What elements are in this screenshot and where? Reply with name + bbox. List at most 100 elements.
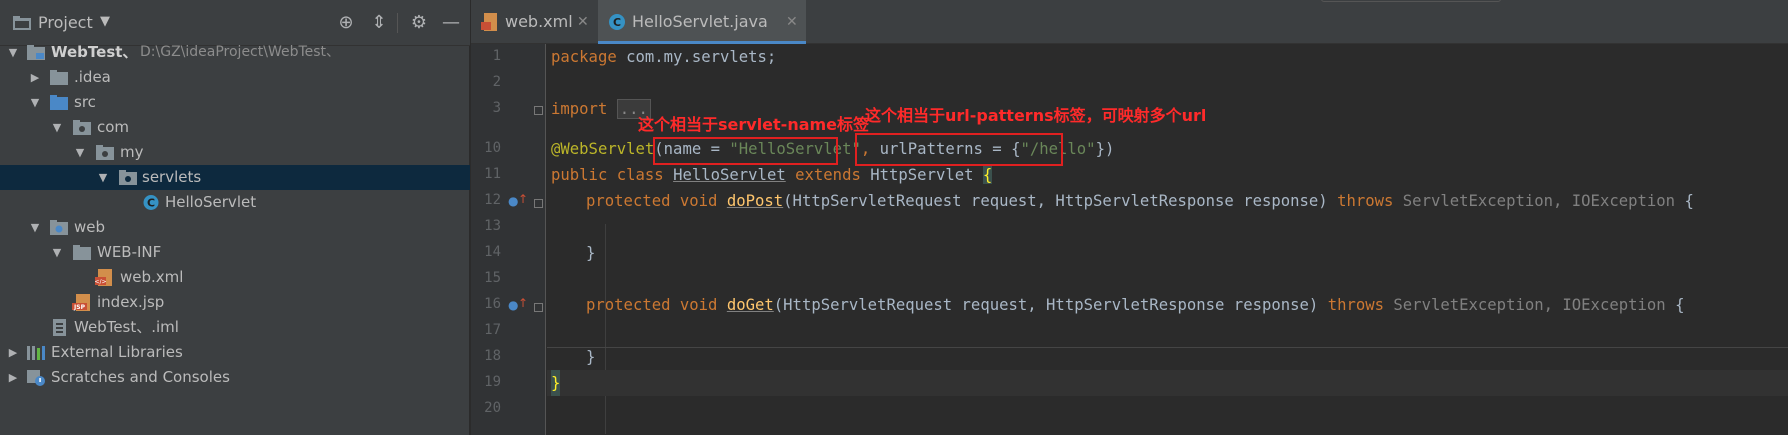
line-number: 10: [484, 140, 501, 156]
project-path-hint: D:\GZ\ideaProject\WebTest、: [140, 44, 341, 60]
line-number: 18: [484, 348, 501, 364]
libraries-icon: [27, 346, 45, 360]
servlet-name-note: 这个相当于servlet-name标签: [638, 115, 870, 134]
collapsed-arrow-icon[interactable]: ▶: [6, 340, 20, 365]
module-folder-icon: [27, 45, 45, 60]
tree-item-com[interactable]: ▼ com: [0, 115, 470, 140]
tree-item-webtest[interactable]: ▼ WebTest、 D:\GZ\ideaProject\WebTest、: [0, 40, 470, 65]
iml-file-icon: [53, 319, 66, 336]
tree-item-web-inf[interactable]: ▼ WEB-INF: [0, 240, 470, 265]
java-class-icon: C: [609, 14, 625, 30]
fold-marker-icon[interactable]: [534, 303, 543, 312]
tree-item-src[interactable]: ▼ src: [0, 90, 470, 115]
expand-arrow-icon[interactable]: ▼: [73, 140, 87, 165]
code-editor: web.xml ✕ C HelloServlet.java ✕ 1 2 3 10…: [471, 0, 1788, 435]
keyword: extends: [785, 166, 871, 184]
project-view-title[interactable]: Project: [38, 13, 93, 32]
code-line-19[interactable]: }: [547, 370, 1788, 396]
servlet-name-highlight-box: [653, 137, 838, 165]
tree-item-label: servlets: [142, 168, 202, 186]
line-number: 15: [484, 270, 501, 286]
close-tab-icon[interactable]: ✕: [577, 0, 589, 44]
tab-web-xml[interactable]: web.xml ✕: [471, 0, 596, 44]
toolbar-divider: [397, 13, 398, 33]
tree-item-web[interactable]: ▼ web: [0, 215, 470, 240]
line-number: 19: [484, 374, 501, 390]
implements-arrow-icon[interactable]: ↑: [518, 296, 528, 310]
code-line-18[interactable]: }: [547, 344, 1788, 370]
svg-text:</>: </>: [95, 279, 107, 286]
expand-arrow-icon[interactable]: ▼: [6, 40, 20, 65]
svg-text:C: C: [147, 197, 155, 210]
keyword: throws: [1327, 296, 1394, 314]
tree-item-helloservlet[interactable]: C HelloServlet: [0, 190, 470, 215]
brace: {: [982, 166, 993, 184]
tree-item-index-jsp[interactable]: JSP index.jsp: [0, 290, 470, 315]
svg-text:C: C: [613, 16, 621, 29]
tab-label: HelloServlet.java: [632, 12, 768, 31]
tree-item-label: WEB-INF: [97, 243, 162, 261]
package-icon: [73, 120, 91, 135]
tab-helloservlet-java[interactable]: C HelloServlet.java ✕: [598, 0, 806, 44]
collapsed-arrow-icon[interactable]: ▶: [6, 365, 20, 390]
fold-marker-icon[interactable]: [534, 199, 543, 208]
tree-item-iml[interactable]: WebTest、.iml: [0, 315, 470, 340]
folder-icon: [50, 70, 68, 85]
tree-item-servlets[interactable]: ▼ servlets: [0, 165, 470, 190]
project-view-dropdown-icon[interactable]: ▼: [100, 14, 110, 29]
keyword: package: [551, 48, 617, 66]
xml-file-icon: </>: [95, 269, 112, 286]
xml-file-icon: [481, 13, 497, 31]
method-name: doGet: [726, 296, 774, 314]
code-line-1[interactable]: package com.my.servlets;: [547, 44, 1788, 70]
code-line-11[interactable]: public class HelloServlet extends HttpSe…: [547, 162, 1788, 188]
override-method-icon[interactable]: ●: [508, 298, 518, 312]
brace: {: [1675, 296, 1685, 314]
tree-item-web-xml[interactable]: </> web.xml: [0, 265, 470, 290]
fold-marker-icon[interactable]: [534, 106, 543, 115]
line-number: 2: [492, 74, 501, 90]
code-line-14[interactable]: }: [547, 240, 1788, 266]
tree-item-scratches[interactable]: ▶ Scratches and Consoles: [0, 365, 470, 390]
editor-tab-bar: web.xml ✕ C HelloServlet.java ✕: [471, 0, 1788, 44]
expand-arrow-icon[interactable]: ▼: [50, 115, 64, 140]
method-params: (HttpServletRequest request, HttpServlet…: [773, 296, 1328, 314]
implements-arrow-icon[interactable]: ↑: [518, 192, 528, 206]
tree-item-external-libraries[interactable]: ▶ External Libraries: [0, 340, 470, 365]
tree-item-idea[interactable]: ▶ .idea: [0, 65, 470, 90]
brace: }: [586, 244, 596, 262]
expand-arrow-icon[interactable]: ▼: [28, 215, 42, 240]
hide-panel-icon[interactable]: —: [440, 12, 462, 34]
close-tab-icon[interactable]: ✕: [786, 0, 798, 44]
code-line-16[interactable]: protected void doGet(HttpServletRequest …: [547, 292, 1788, 318]
expand-arrow-icon[interactable]: ▼: [28, 90, 42, 115]
code-line-12[interactable]: protected void doPost(HttpServletRequest…: [547, 188, 1788, 214]
line-number-gutter: 1 2 3 10 11 12 13 14 15 16 17 18 19 20 ●…: [471, 44, 546, 435]
brace: }: [586, 348, 596, 366]
keyword: import: [551, 100, 608, 118]
project-tool-window: Project ▼ ⊕ ⇕ ⚙ — ▼ WebTest、 D:\GZ\ideaP…: [0, 0, 470, 435]
gear-icon[interactable]: ⚙: [408, 12, 430, 34]
url-patterns-highlight-box: [855, 133, 1063, 166]
expand-arrow-icon[interactable]: ▼: [50, 240, 64, 265]
project-folder-icon: [13, 16, 31, 30]
jsp-file-icon: JSP: [72, 294, 90, 311]
base-class: HttpServlet: [870, 166, 983, 184]
locate-file-icon[interactable]: ⊕: [335, 12, 357, 34]
tree-item-my[interactable]: ▼ my: [0, 140, 470, 165]
keyword: throws: [1337, 192, 1403, 210]
tree-item-label: com: [97, 118, 130, 136]
tree-item-label: my: [120, 143, 144, 161]
collapsed-arrow-icon[interactable]: ▶: [28, 65, 42, 90]
collapse-all-icon[interactable]: ⇕: [368, 12, 390, 34]
line-number: 20: [484, 400, 501, 416]
code-area[interactable]: package com.my.servlets; import ... @Web…: [547, 44, 1788, 435]
keyword: protected void: [586, 192, 727, 210]
source-folder-icon: [50, 95, 68, 110]
override-method-icon[interactable]: ●: [508, 194, 518, 208]
tab-label: web.xml: [505, 12, 573, 31]
method-name: doPost: [726, 192, 784, 210]
line-number: 1: [492, 48, 501, 64]
brace: {: [1684, 192, 1694, 210]
expand-arrow-icon[interactable]: ▼: [96, 165, 110, 190]
